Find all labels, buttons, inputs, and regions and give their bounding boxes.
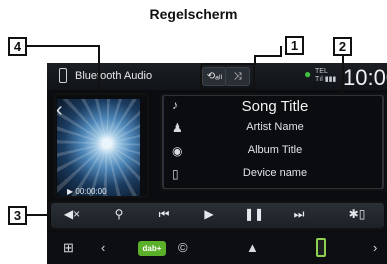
location-pin-icon: ● bbox=[304, 67, 312, 81]
right-arrow-icon[interactable]: › bbox=[373, 240, 377, 255]
callout-4-leader-h bbox=[27, 45, 99, 47]
callout-4-badge: 4 bbox=[8, 37, 27, 56]
phone-icon bbox=[59, 68, 67, 83]
signal-strength: Tıl ▮▮▮ bbox=[315, 76, 337, 83]
callout-4-leader-v bbox=[98, 45, 100, 94]
callout-2-frame bbox=[160, 93, 387, 191]
tel-label: TEL bbox=[315, 68, 328, 75]
callout-2-leader bbox=[342, 56, 344, 94]
grid-menu-icon[interactable]: ⊞ bbox=[63, 240, 74, 256]
callout-3-frame bbox=[48, 201, 387, 230]
callout-4-frame bbox=[54, 93, 149, 198]
navigation-arrow-icon[interactable]: ▲ bbox=[246, 240, 259, 255]
left-arrow-icon[interactable]: ‹ bbox=[101, 240, 105, 255]
callout-1-leader-v bbox=[254, 55, 256, 65]
callout-1-frame bbox=[200, 63, 255, 90]
page-heading: Regelscherm bbox=[149, 6, 238, 22]
dab-radio-icon[interactable]: dab+ bbox=[138, 241, 166, 256]
callout-3-badge: 3 bbox=[8, 206, 27, 225]
smartphone-icon[interactable] bbox=[316, 238, 326, 257]
source-label[interactable]: Bluetooth Audio bbox=[75, 70, 152, 82]
c-source-icon[interactable]: © bbox=[178, 240, 188, 255]
bottom-bar: ⊞ ‹ © ▲ › bbox=[47, 233, 387, 264]
tel-indicator: TEL Tıl ▮▮▮ bbox=[315, 68, 336, 84]
callout-2-badge: 2 bbox=[333, 37, 352, 56]
callout-3-leader bbox=[26, 214, 48, 216]
clock: 10:00 bbox=[343, 65, 387, 90]
callout-1-leader-h bbox=[254, 55, 282, 57]
callout-1-badge: 1 bbox=[285, 36, 304, 55]
